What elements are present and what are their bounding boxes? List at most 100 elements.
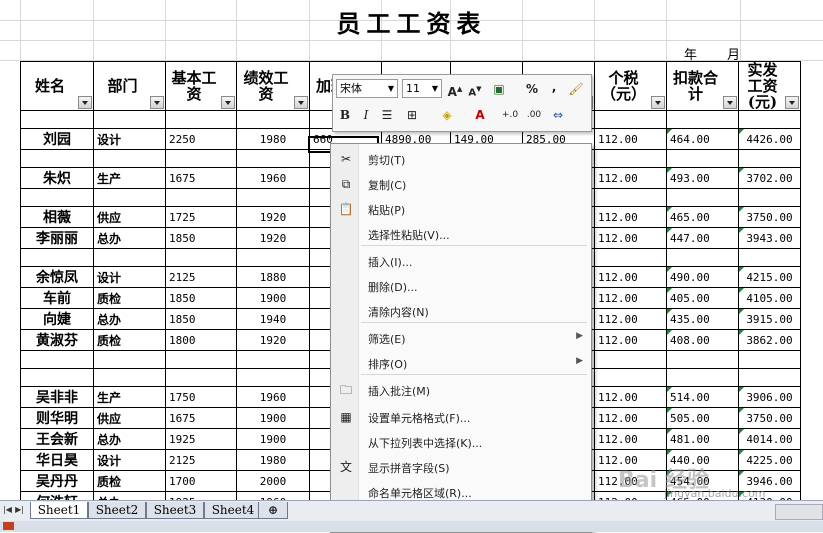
cell-basic[interactable] (165, 248, 237, 267)
cell-perf[interactable]: 1920 (236, 329, 310, 351)
cell-basic[interactable]: 1850 (165, 227, 237, 249)
cell-dept[interactable]: 质检 (93, 287, 166, 309)
menu-item[interactable]: 插入(I)... (331, 250, 591, 272)
cell-name[interactable] (20, 350, 94, 369)
cell-net[interactable] (738, 350, 801, 369)
sheet-tab[interactable]: Sheet1 (30, 502, 88, 519)
cell-tax[interactable]: 112.00 (594, 227, 667, 249)
cell-perf[interactable] (236, 188, 310, 207)
cell-name[interactable]: 华日昊 (20, 449, 94, 471)
filter-dropdown-icon[interactable] (221, 96, 235, 109)
cell-tax[interactable]: 112.00 (594, 386, 667, 408)
menu-item[interactable]: 清除内容(N) (331, 300, 591, 322)
cell-dept[interactable] (93, 350, 166, 369)
fill-color-icon[interactable]: ◈ (438, 106, 456, 124)
cell-dept[interactable]: 质检 (93, 329, 166, 351)
cell-dept[interactable]: 总办 (93, 308, 166, 330)
cell-name[interactable]: 余惊凤 (20, 266, 94, 288)
cell-basic[interactable]: 1925 (165, 491, 237, 500)
cell-basic[interactable]: 1675 (165, 407, 237, 429)
cell-deduct[interactable]: 493.00 (666, 167, 739, 189)
cell-dept[interactable]: 总办 (93, 491, 166, 500)
filter-dropdown-icon[interactable] (723, 96, 737, 109)
cell-basic[interactable]: 2125 (165, 449, 237, 471)
menu-item[interactable]: 删除(D)... (331, 275, 591, 297)
cell-perf[interactable]: 2000 (236, 470, 310, 492)
cell-net[interactable]: 3915.00 (738, 308, 801, 330)
cell-net[interactable]: 4215.00 (738, 266, 801, 288)
center-align-icon[interactable]: ☰ (378, 106, 396, 124)
menu-item[interactable]: ▦ 设置单元格格式(F)... (331, 406, 591, 428)
cell-name[interactable]: 向婕 (20, 308, 94, 330)
menu-item[interactable]: 从下拉列表中选择(K)... (331, 431, 591, 453)
cell-net[interactable]: 3862.00 (738, 329, 801, 351)
cell-net[interactable]: 3750.00 (738, 206, 801, 228)
cell-net[interactable] (738, 110, 801, 129)
cell-perf[interactable] (236, 350, 310, 369)
cell-basic[interactable] (165, 350, 237, 369)
insert-sheet-icon[interactable]: ⊕ (258, 502, 288, 519)
cell-basic[interactable]: 1675 (165, 167, 237, 189)
increase-font-icon[interactable]: A▲ (446, 80, 464, 99)
increase-decimal-icon[interactable]: +.0 (501, 106, 519, 124)
font-color-icon[interactable]: A (471, 106, 489, 124)
cell-name[interactable]: 黄淑芬 (20, 329, 94, 351)
cell-tax[interactable]: 112.00 (594, 206, 667, 228)
cell-perf[interactable]: 1900 (236, 428, 310, 450)
cell-perf[interactable]: 1980 (236, 128, 310, 150)
cell-basic[interactable]: 1750 (165, 386, 237, 408)
cell-dept[interactable]: 设计 (93, 449, 166, 471)
format-painter-icon[interactable]: 🖌 (567, 80, 585, 98)
cell-deduct[interactable]: 490.00 (666, 266, 739, 288)
cell-basic[interactable]: 2125 (165, 266, 237, 288)
cell-tax[interactable] (594, 110, 667, 129)
cell-name[interactable]: 吴非非 (20, 386, 94, 408)
cell-tax[interactable]: 112.00 (594, 329, 667, 351)
cell-deduct[interactable]: 505.00 (666, 407, 739, 429)
cell-perf[interactable]: 1920 (236, 206, 310, 228)
cell-tax[interactable] (594, 350, 667, 369)
menu-item[interactable]: 筛选(E) ▶ (331, 327, 591, 349)
cell-perf[interactable]: 1960 (236, 491, 310, 500)
cell-deduct[interactable]: 405.00 (666, 287, 739, 309)
cell-deduct[interactable]: 435.00 (666, 308, 739, 330)
cell-perf[interactable]: 1980 (236, 449, 310, 471)
cell-net[interactable] (738, 188, 801, 207)
macro-record-icon[interactable] (3, 522, 14, 530)
cell-tax[interactable] (594, 248, 667, 267)
cell-deduct[interactable] (666, 248, 739, 267)
cell-deduct[interactable] (666, 350, 739, 369)
menu-item[interactable]: 文 显示拼音字段(S) (331, 456, 591, 478)
menu-item[interactable]: ✂ 剪切(T) (331, 148, 591, 170)
cell-deduct[interactable] (666, 188, 739, 207)
cell-name[interactable]: 相薇 (20, 206, 94, 228)
cell-dept[interactable] (93, 248, 166, 267)
cell-net[interactable] (738, 248, 801, 267)
cell-net[interactable]: 3750.00 (738, 407, 801, 429)
menu-item[interactable]: 排序(O) ▶ (331, 352, 591, 374)
accounting-format-icon[interactable]: ▣ (490, 80, 508, 98)
cell-deduct[interactable] (666, 368, 739, 387)
cell-dept[interactable]: 质检 (93, 470, 166, 492)
cell-net[interactable]: 4225.00 (738, 449, 801, 471)
cell-tax[interactable] (594, 149, 667, 168)
cell-tax[interactable] (594, 188, 667, 207)
cell-perf[interactable]: 1900 (236, 407, 310, 429)
cell-deduct[interactable] (666, 110, 739, 129)
cell-perf[interactable]: 1880 (236, 266, 310, 288)
menu-item[interactable]: 🗀 插入批注(M) (331, 379, 591, 401)
cell-deduct[interactable]: 447.00 (666, 227, 739, 249)
cell-deduct[interactable]: 408.00 (666, 329, 739, 351)
cell-net[interactable] (738, 368, 801, 387)
filter-dropdown-icon[interactable] (785, 96, 799, 109)
filter-dropdown-icon[interactable] (78, 96, 92, 109)
cell-dept[interactable]: 设计 (93, 266, 166, 288)
menu-item[interactable]: ⧉ 复制(C) (331, 173, 591, 195)
cell-name[interactable] (20, 248, 94, 267)
filter-dropdown-icon[interactable] (294, 96, 308, 109)
cell-net[interactable]: 4426.00 (738, 128, 801, 150)
cell-tax[interactable]: 112.00 (594, 266, 667, 288)
sheet-tab[interactable]: Sheet3 (146, 502, 204, 519)
cell-basic[interactable]: 1850 (165, 287, 237, 309)
cell-perf[interactable] (236, 110, 310, 129)
